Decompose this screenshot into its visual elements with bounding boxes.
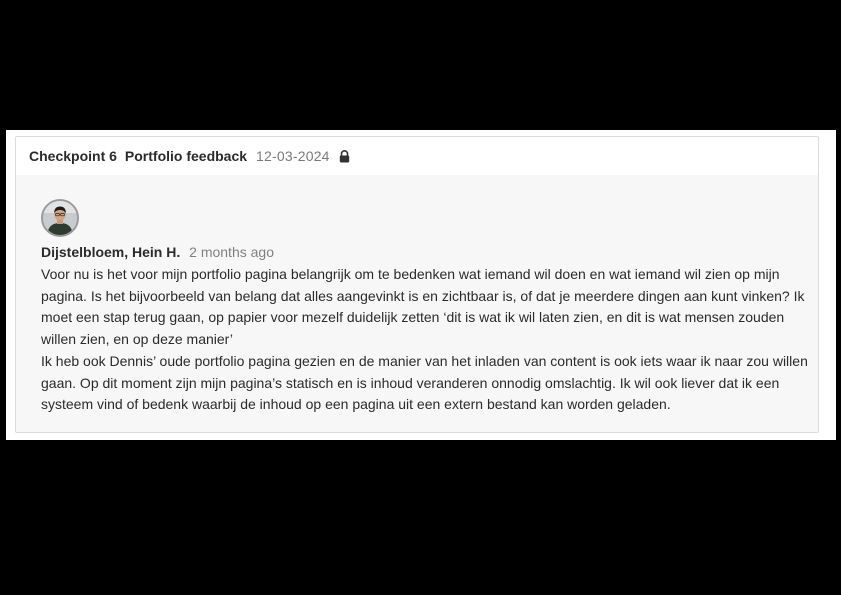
checkpoint-title: Portfolio feedback [124,148,248,164]
comment-time: 2 months ago [189,244,274,260]
comment-author[interactable]: Dijstelbloem, Hein H. [41,244,180,260]
screenshot-frame: Checkpoint 6 Portfolio feedback 12-03-20… [6,130,836,440]
checkpoint-date: 12-03-2024 [256,148,330,164]
comment-paragraph-2: Ik heb ook Dennis’ oude portfolio pagina… [41,352,808,413]
lock-icon [339,149,350,163]
checkpoint-label: Checkpoint 6 [29,148,117,164]
avatar[interactable] [41,199,79,237]
comment-text: Voor nu is het voor mijn portfolio pagin… [41,264,811,416]
comment-meta: Dijstelbloem, Hein H. 2 months ago [41,243,806,261]
checkpoint-card: Checkpoint 6 Portfolio feedback 12-03-20… [15,136,819,433]
comment-paragraph-1: Voor nu is het voor mijn portfolio pagin… [41,266,805,348]
comment-section: Dijstelbloem, Hein H. 2 months ago Voor … [16,175,818,416]
card-header: Checkpoint 6 Portfolio feedback 12-03-20… [16,137,818,175]
